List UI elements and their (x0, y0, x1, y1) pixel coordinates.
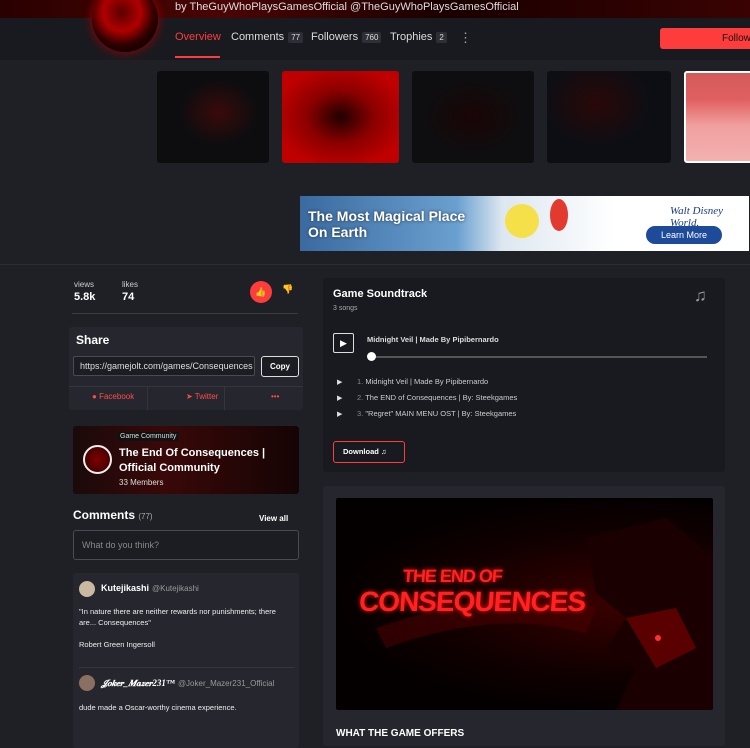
comments-count: (77) (138, 512, 153, 521)
share-url-input[interactable]: https://gamejolt.com/games/Consequences (73, 356, 255, 376)
community-avatar (83, 445, 112, 474)
comments-count-badge: 77 (288, 32, 304, 43)
tab-trophies[interactable]: Trophies 2 (390, 31, 447, 43)
section-divider (0, 264, 750, 265)
likes-label: likes (122, 280, 139, 289)
community-members: 33 Members (119, 478, 164, 487)
view-all-link[interactable]: View all (259, 514, 288, 523)
soundtrack-title: Game Soundtrack (333, 288, 428, 300)
comment-input[interactable]: What do you think? (73, 530, 299, 560)
views-label: views (74, 280, 95, 289)
share-twitter-link[interactable]: ➤ Twitter (186, 392, 218, 401)
comment-author[interactable]: 𝓙𝒐𝒌𝒆𝒓_𝑴𝒂𝒛𝒆𝒓231™ @Joker_Mazer231_Official (101, 678, 274, 689)
community-badge: Game Community (117, 432, 180, 441)
share-more-button[interactable]: ••• (271, 392, 279, 401)
avatar[interactable] (79, 675, 95, 691)
community-title[interactable]: The End Of Consequences | Official Commu… (119, 446, 289, 476)
track-item[interactable]: ▶ 2. The END of Consequences | By: Steekg… (337, 393, 517, 402)
comment-separator (79, 667, 295, 668)
ad-balloon-image (550, 199, 568, 231)
download-button[interactable]: Download ♫ (333, 441, 405, 463)
play-icon: ▶ (337, 411, 343, 418)
tab-comments[interactable]: Comments 77 (231, 31, 304, 43)
active-tab-indicator (175, 56, 220, 58)
screenshot-thumbnail[interactable] (684, 71, 750, 163)
comment-text: dude made a Oscar-worthy cinema experien… (79, 703, 237, 712)
screenshot-thumbnail[interactable] (282, 71, 399, 163)
track-item[interactable]: ▶ 1. Midnight Veil | Made By Pipibernardo (337, 377, 488, 386)
now-playing-title: Midnight Veil | Made By Pipibernardo (367, 335, 499, 344)
thumbs-down-icon[interactable]: 👎 (282, 284, 293, 295)
share-separator (224, 386, 225, 410)
tab-followers[interactable]: Followers 760 (311, 31, 382, 43)
share-title: Share (76, 333, 110, 347)
share-separator (147, 386, 148, 410)
stats-divider (72, 313, 298, 314)
follow-button[interactable]: Follow (660, 28, 750, 49)
advertisement-banner[interactable]: The Most Magical Place On Earth Walt Dis… (300, 196, 749, 251)
play-button[interactable]: ▶ (333, 333, 354, 353)
ad-headline: The Most Magical Place On Earth (308, 208, 466, 240)
comment-list (73, 573, 299, 748)
screenshot-thumbnail[interactable] (547, 71, 671, 163)
views-count: 5.8k (74, 291, 96, 303)
play-icon: ▶ (337, 395, 343, 402)
ad-learn-more-button[interactable]: Learn More (646, 226, 722, 244)
avatar[interactable] (79, 581, 95, 597)
progress-handle[interactable] (367, 352, 376, 361)
facebook-icon: ● (92, 392, 97, 401)
followers-count-badge: 760 (362, 32, 382, 43)
copy-button[interactable]: Copy (261, 356, 299, 377)
soundtrack-song-count: 3 songs (333, 305, 358, 312)
comment-author[interactable]: Kutejikashi @Kutejikashi (101, 583, 199, 593)
track-item[interactable]: ▶ 3. "Regret" MAIN MENU OST | By: Steekga… (337, 409, 516, 418)
twitter-icon: ➤ (186, 392, 193, 401)
thumbs-up-icon[interactable]: 👍 (250, 281, 272, 303)
comment-text: "In nature there are neither rewards nor… (79, 607, 276, 627)
kebab-icon[interactable]: ⋮ (459, 30, 472, 46)
ad-balloon-image (505, 204, 539, 238)
likes-count: 74 (122, 291, 135, 303)
comments-heading: Comments (77) (73, 508, 153, 522)
section-heading: WHAT THE GAME OFFERS (336, 728, 465, 739)
music-note-icon: ♫ (694, 286, 707, 305)
share-facebook-link[interactable]: ● Facebook (92, 392, 134, 401)
tab-overview[interactable]: Overview (175, 31, 221, 43)
progress-bar[interactable] (371, 356, 707, 358)
comment-text: Robert Green Ingersoll (79, 640, 155, 649)
screenshot-thumbnail[interactable] (412, 71, 534, 163)
play-icon: ▶ (337, 379, 343, 386)
developer-byline[interactable]: by TheGuyWhoPlaysGamesOfficial @TheGuyWh… (175, 1, 519, 13)
trophies-count-badge: 2 (436, 32, 447, 43)
screenshot-thumbnail[interactable] (157, 71, 269, 163)
music-note-icon: ♫ (380, 447, 387, 456)
trailer-logo-text: THE END OF CONSEQUENCES (358, 566, 587, 617)
